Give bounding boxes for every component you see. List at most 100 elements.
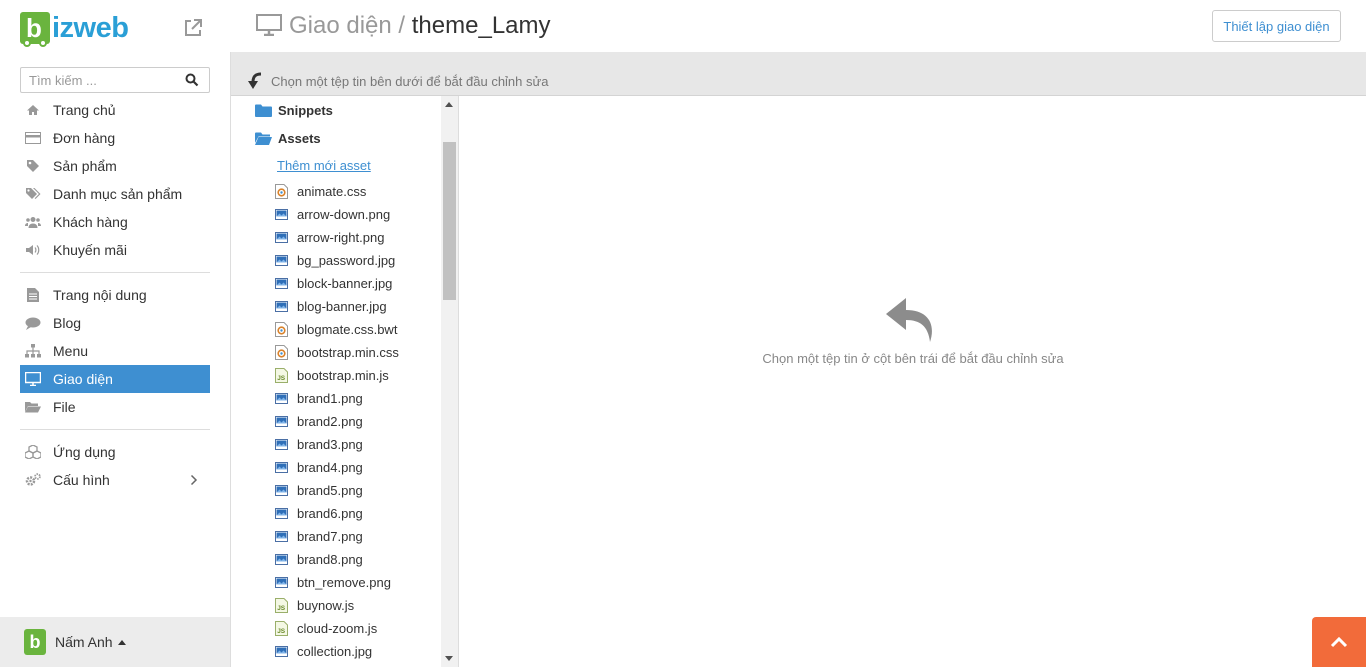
page-title: Giao diện / theme_Lamy xyxy=(289,12,551,40)
asset-file-name: collection.jpg xyxy=(297,644,373,659)
sidebar-item-label: Ứng dụng xyxy=(53,444,116,460)
asset-file-item[interactable]: brand3.png xyxy=(275,433,399,456)
sidebar-nav: Trang chủ Đơn hàng Sản phẩm Danh mục sản… xyxy=(20,96,210,494)
asset-file-item[interactable]: arrow-right.png xyxy=(275,226,399,249)
chevron-up-icon xyxy=(1330,636,1348,648)
asset-file-item[interactable]: brand4.png xyxy=(275,456,399,479)
sidebar-item-label: Blog xyxy=(53,315,82,331)
asset-file-item[interactable]: block-banner.jpg xyxy=(275,272,399,295)
asset-file-name: brand2.png xyxy=(297,414,363,429)
bizweb-logo[interactable]: b izweb xyxy=(20,10,129,47)
file-tree: Snippets Assets Thêm mới asset animate.c… xyxy=(231,96,459,667)
asset-file-name: brand1.png xyxy=(297,391,363,406)
asset-file-item[interactable]: JS cloud-zoom.js xyxy=(275,617,399,640)
asset-file-item[interactable]: bg_password.jpg xyxy=(275,249,399,272)
image-file-icon xyxy=(275,301,288,312)
reply-arrow-icon xyxy=(886,298,932,342)
volume-icon xyxy=(25,242,41,258)
js-file-icon: JS xyxy=(275,598,288,613)
sidebar-item-blog[interactable]: Blog xyxy=(20,309,210,337)
search-icon[interactable] xyxy=(185,73,199,87)
chevron-right-icon xyxy=(190,474,198,486)
scroll-down-arrow-icon[interactable] xyxy=(445,656,453,661)
sidebar-item-label: Danh mục sản phẩm xyxy=(53,186,183,202)
folder-snippets[interactable]: Snippets xyxy=(255,100,333,120)
folder-label: Assets xyxy=(278,130,321,146)
page-header: Giao diện / theme_Lamy Thiết lập giao di… xyxy=(230,0,1366,52)
sidebar-item-promotions[interactable]: Khuyến mãi xyxy=(20,236,210,264)
asset-file-item[interactable]: brand5.png xyxy=(275,479,399,502)
file-icon xyxy=(25,287,41,303)
monitor-icon xyxy=(256,14,282,36)
sidebar-item-home[interactable]: Trang chủ xyxy=(20,96,210,124)
credit-card-icon xyxy=(25,130,41,146)
asset-file-item[interactable]: brand2.png xyxy=(275,410,399,433)
cogs-icon xyxy=(25,472,41,488)
image-file-icon xyxy=(275,209,288,220)
asset-file-name: cloud-zoom.js xyxy=(297,621,378,636)
sidebar-item-orders[interactable]: Đơn hàng xyxy=(20,124,210,152)
asset-file-item[interactable]: blog-banner.jpg xyxy=(275,295,399,318)
scroll-thumb[interactable] xyxy=(443,142,456,300)
user-name: Nấm Anh xyxy=(55,634,113,650)
sidebar-item-file[interactable]: File xyxy=(20,393,210,421)
file-tree-scrollbar[interactable] xyxy=(441,96,458,667)
users-icon xyxy=(25,214,41,230)
external-link-icon[interactable] xyxy=(182,17,204,39)
asset-file-item[interactable]: collection.jpg xyxy=(275,640,399,663)
asset-file-item[interactable]: arrow-down.png xyxy=(275,203,399,226)
folder-label: Snippets xyxy=(278,102,333,118)
curved-arrow-down-icon xyxy=(248,72,262,89)
asset-file-item[interactable]: bootstrap.min.css xyxy=(275,341,399,364)
asset-file-item[interactable]: brand6.png xyxy=(275,502,399,525)
asset-file-item[interactable]: brand8.png xyxy=(275,548,399,571)
asset-file-item[interactable]: brand1.png xyxy=(275,387,399,410)
asset-file-item[interactable]: blogmate.css.bwt xyxy=(275,318,399,341)
sidebar-item-apps[interactable]: Ứng dụng xyxy=(20,438,210,466)
folder-assets[interactable]: Assets xyxy=(255,128,321,148)
asset-file-item[interactable]: JS bootstrap.min.js xyxy=(275,364,399,387)
sidebar-item-products[interactable]: Sản phẩm xyxy=(20,152,210,180)
asset-file-item[interactable]: animate.css xyxy=(275,180,399,203)
scroll-up-arrow-icon[interactable] xyxy=(445,102,453,107)
editor-empty-text: Chọn một tệp tin ở cột bên trái để bắt đ… xyxy=(762,351,1064,366)
sidebar-item-theme[interactable]: Giao diện xyxy=(20,365,210,393)
tags-icon xyxy=(25,186,41,202)
sidebar-item-label: Trang nội dung xyxy=(53,287,147,303)
editor-pane: Chọn một tệp tin ở cột bên trái để bắt đ… xyxy=(459,96,1366,667)
add-asset-link[interactable]: Thêm mới asset xyxy=(277,158,371,173)
theme-setup-button[interactable]: Thiết lập giao diện xyxy=(1212,10,1341,42)
asset-file-name: brand5.png xyxy=(297,483,363,498)
asset-file-name: brand4.png xyxy=(297,460,363,475)
breadcrumb-section[interactable]: Giao diện xyxy=(289,12,392,39)
image-file-icon xyxy=(275,508,288,519)
asset-file-item[interactable]: btn_remove.png xyxy=(275,571,399,594)
sidebar-item-pages[interactable]: Trang nội dung xyxy=(20,281,210,309)
sidebar-item-categories[interactable]: Danh mục sản phẩm xyxy=(20,180,210,208)
home-icon xyxy=(25,102,41,118)
asset-file-name: animate.css xyxy=(297,184,367,199)
user-menu[interactable]: b Nấm Anh xyxy=(0,617,230,667)
sidebar-item-label: File xyxy=(53,399,76,415)
sidebar-item-menu[interactable]: Menu xyxy=(20,337,210,365)
sidebar-item-label: Sản phẩm xyxy=(53,158,117,174)
sidebar-item-label: Đơn hàng xyxy=(53,130,116,146)
sidebar-item-customers[interactable]: Khách hàng xyxy=(20,208,210,236)
scroll-to-top-button[interactable] xyxy=(1312,617,1366,667)
image-file-icon xyxy=(275,416,288,427)
folder-open-icon xyxy=(255,132,272,145)
image-file-icon xyxy=(275,232,288,243)
search-input[interactable] xyxy=(21,68,181,92)
search-box xyxy=(20,67,210,93)
asset-file-name: brand8.png xyxy=(297,552,363,567)
image-file-icon xyxy=(275,577,288,588)
caret-up-icon xyxy=(117,639,126,645)
asset-file-item[interactable]: JS buynow.js xyxy=(275,594,399,617)
image-file-icon xyxy=(275,646,288,657)
monitor-icon xyxy=(25,371,41,387)
hint-bar: Chọn một tệp tin bên dưới để bắt đầu chỉ… xyxy=(231,52,1366,96)
image-file-icon xyxy=(275,485,288,496)
theme-editor: Chọn một tệp tin bên dưới để bắt đầu chỉ… xyxy=(230,52,1366,667)
sidebar-item-settings[interactable]: Cấu hình xyxy=(20,466,210,494)
asset-file-item[interactable]: brand7.png xyxy=(275,525,399,548)
